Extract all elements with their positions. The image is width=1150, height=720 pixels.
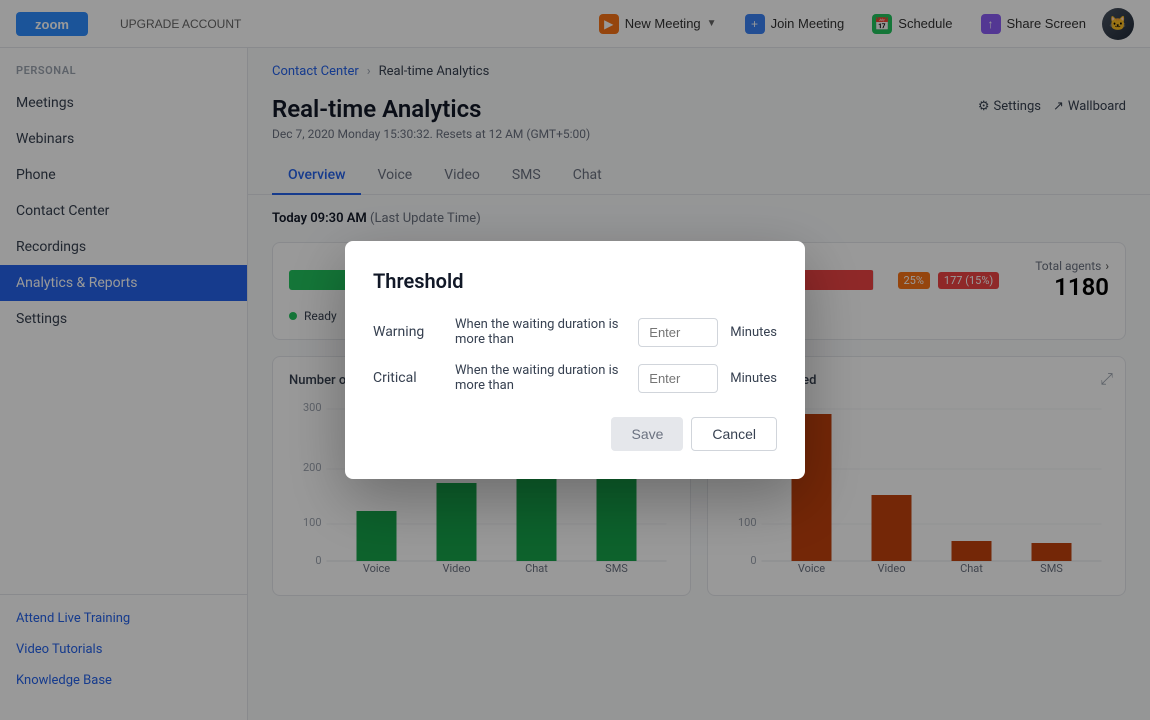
warning-input[interactable] bbox=[638, 318, 718, 347]
critical-description: When the waiting duration is more than bbox=[455, 363, 626, 393]
modal-overlay[interactable]: Threshold Warning When the waiting durat… bbox=[0, 0, 1150, 720]
critical-label: Critical bbox=[373, 370, 443, 386]
warning-label: Warning bbox=[373, 324, 443, 340]
save-button[interactable]: Save bbox=[611, 417, 683, 451]
modal-actions: Save Cancel bbox=[373, 417, 777, 451]
threshold-modal: Threshold Warning When the waiting durat… bbox=[345, 241, 805, 479]
critical-unit: Minutes bbox=[730, 371, 777, 386]
modal-title: Threshold bbox=[373, 269, 777, 293]
warning-description: When the waiting duration is more than bbox=[455, 317, 626, 347]
warning-unit: Minutes bbox=[730, 325, 777, 340]
cancel-button[interactable]: Cancel bbox=[691, 417, 777, 451]
critical-input[interactable] bbox=[638, 364, 718, 393]
warning-row: Warning When the waiting duration is mor… bbox=[373, 317, 777, 347]
critical-row: Critical When the waiting duration is mo… bbox=[373, 363, 777, 393]
